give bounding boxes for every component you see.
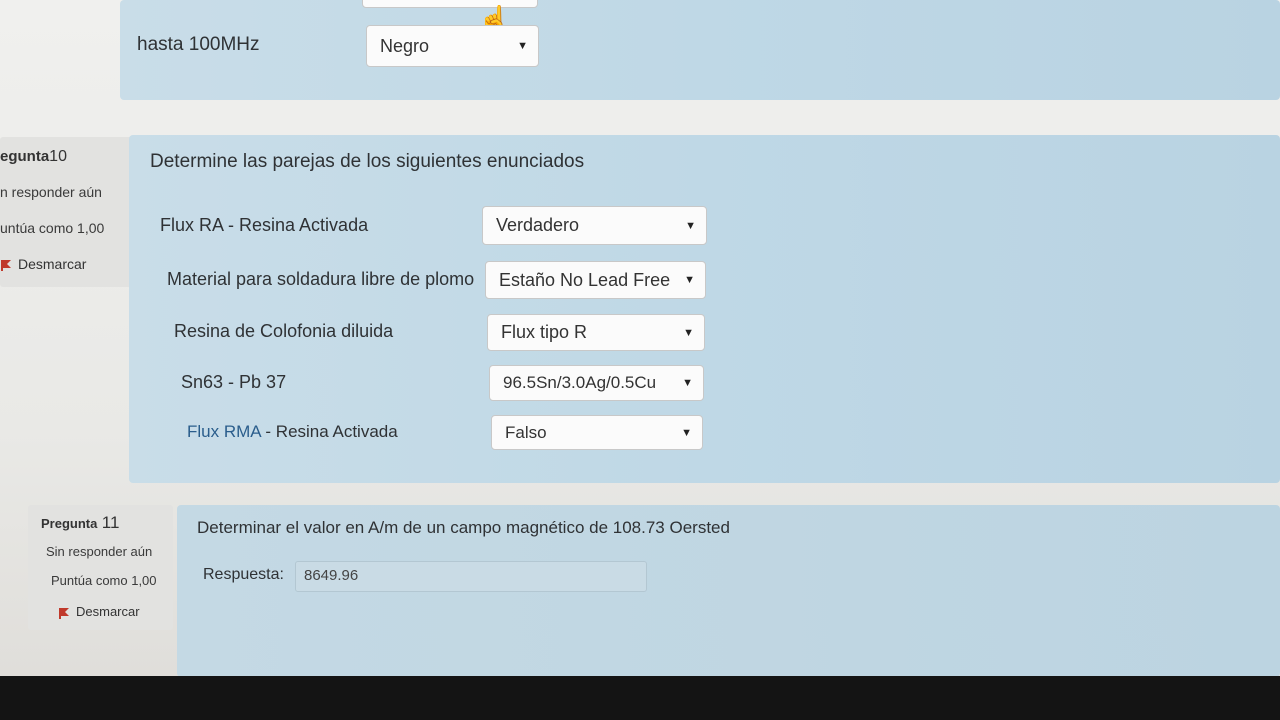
flag-icon: [1, 260, 11, 272]
q10-row2-select[interactable]: Estaño No Lead Free ▼: [485, 261, 706, 299]
chevron-down-icon: ▼: [683, 326, 694, 339]
q10-row3-label: Resina de Colofonia diluida: [174, 321, 394, 341]
q11-answer-input[interactable]: 8649.96: [295, 561, 647, 592]
q10-row5-select[interactable]: Falso ▼: [491, 415, 703, 450]
question-10-info: egunta10 n responder aún untúa como 1,00…: [0, 137, 140, 287]
flag-icon: [59, 607, 69, 619]
q10-score: untúa como 1,00: [0, 220, 105, 236]
q10-row5-label: Flux RMA - Resina Activada: [187, 422, 398, 441]
q10-info-title: egunta10: [0, 148, 67, 165]
chevron-down-icon: ▼: [681, 426, 692, 439]
q10-row3-select[interactable]: Flux tipo R ▼: [487, 314, 705, 351]
q9-previous-select[interactable]: [362, 0, 538, 8]
q11-score: Puntúa como 1,00: [51, 573, 157, 588]
q11-answer-label: Respuesta:: [203, 566, 284, 583]
q10-question-text: Determine las parejas de los siguientes …: [150, 151, 585, 172]
q9-row-label: hasta 100MHz: [137, 34, 260, 55]
q10-row2-label: Material para soldadura libre de plomo: [167, 269, 475, 289]
chevron-down-icon: ▼: [684, 274, 695, 286]
q9-select-negro[interactable]: Negro ▼: [366, 25, 539, 67]
screen-bezel: [0, 676, 1280, 720]
chevron-down-icon: ▼: [685, 219, 696, 232]
chevron-down-icon: ▼: [517, 40, 528, 52]
q10-row1-select[interactable]: Verdadero ▼: [482, 206, 707, 245]
chevron-down-icon: ▼: [682, 377, 693, 389]
q11-status: Sin responder aún: [46, 544, 153, 559]
q11-flag-link[interactable]: Desmarcar: [58, 604, 140, 619]
q10-row4-label: Sn63 - Pb 37: [181, 372, 287, 392]
q10-flag-link[interactable]: Desmarcar: [0, 256, 86, 272]
question-9-block: [120, 0, 1280, 100]
q11-question-text: Determinar el valor en A/m de un campo m…: [197, 518, 730, 537]
q10-row1-label: Flux RA - Resina Activada: [160, 215, 369, 235]
q11-info-title: Pregunta 11: [41, 513, 120, 532]
q10-status: n responder aún: [0, 184, 102, 200]
flux-rma-link[interactable]: Flux RMA: [187, 422, 261, 441]
question-11-info: Pregunta 11 Sin responder aún Puntúa com…: [28, 505, 173, 630]
q10-row4-select[interactable]: 96.5Sn/3.0Ag/0.5Cu ▼: [489, 365, 704, 401]
